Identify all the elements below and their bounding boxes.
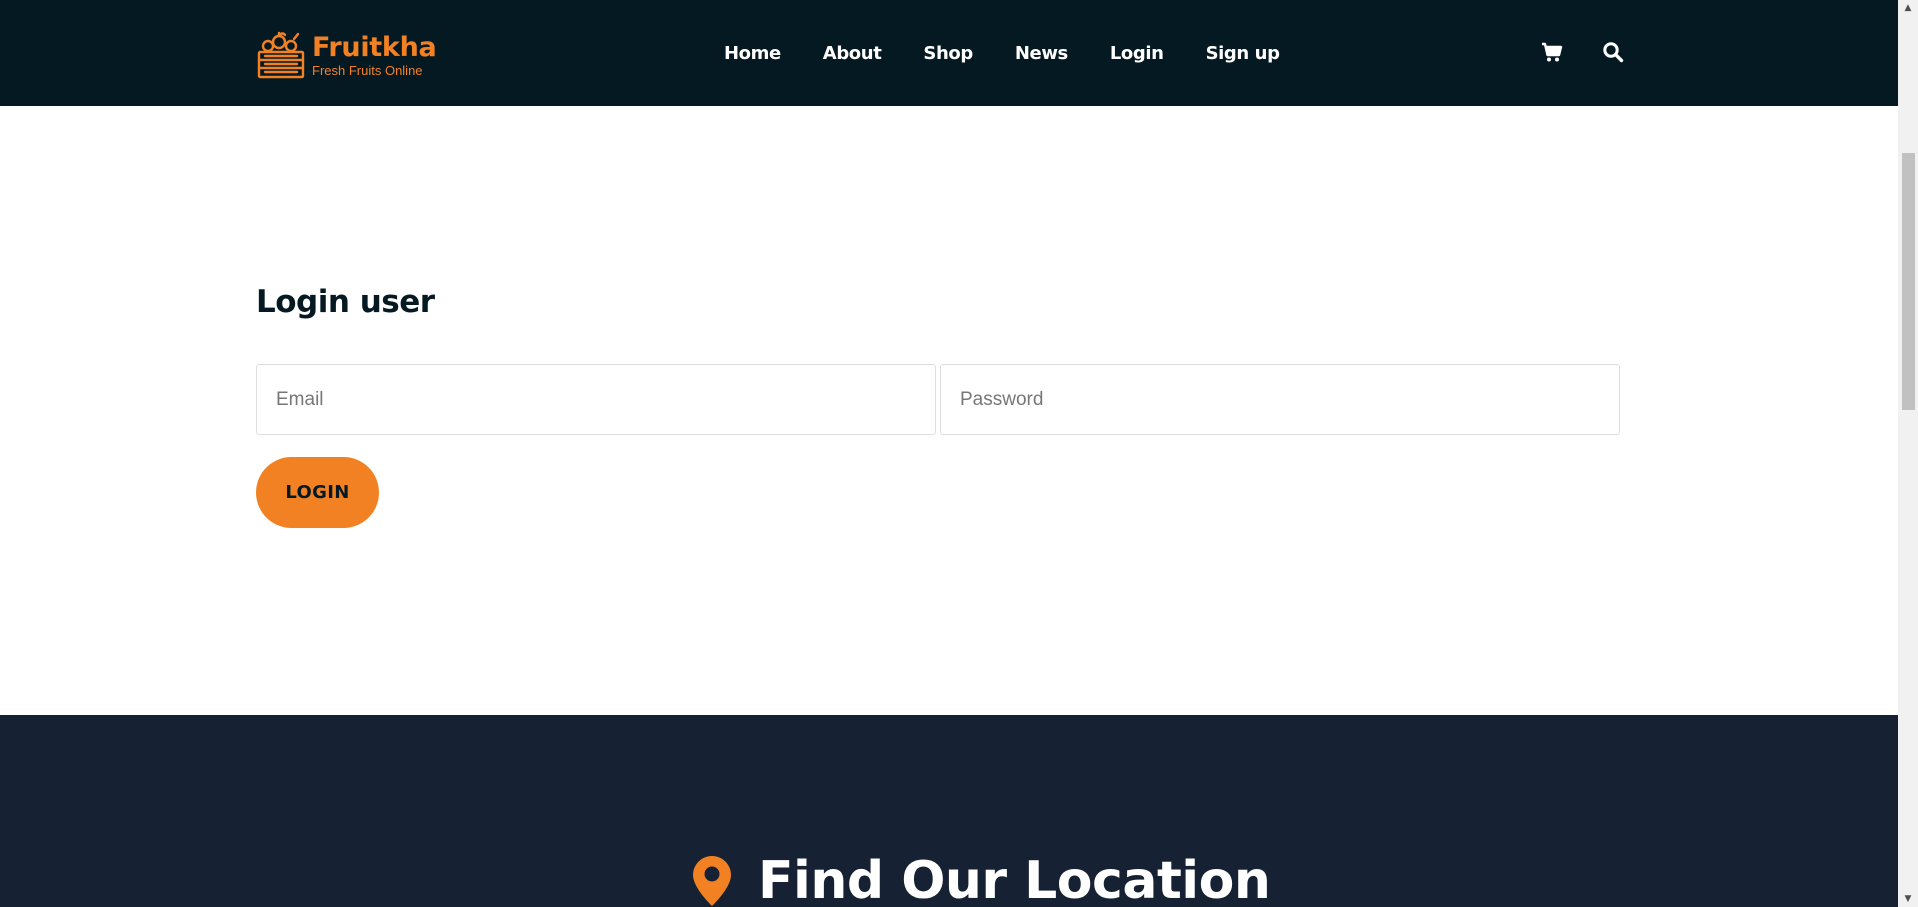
shopping-cart-icon[interactable]: [1540, 40, 1564, 64]
scroll-down-arrow-icon[interactable]: ▼: [1898, 891, 1918, 907]
location-title: Find Our Location: [758, 851, 1271, 907]
site-header: Fruitkha Fresh Fruits Online Home About …: [0, 0, 1898, 106]
location-section: Find Our Location: [0, 715, 1898, 907]
map-marker-icon: [693, 856, 731, 906]
header-icons: [1540, 40, 1625, 64]
page-scrollbar[interactable]: ▲ ▼: [1898, 0, 1918, 907]
nav-item-sign-up[interactable]: Sign up: [1206, 43, 1280, 64]
login-title: Login user: [256, 284, 435, 320]
brand-name: Fruitkha: [312, 31, 437, 63]
scroll-up-arrow-icon[interactable]: ▲: [1898, 0, 1918, 16]
search-icon[interactable]: [1601, 40, 1625, 64]
nav-item-login[interactable]: Login: [1110, 43, 1164, 64]
email-field[interactable]: [256, 364, 936, 435]
brand-logo[interactable]: Fruitkha Fresh Fruits Online: [256, 30, 437, 80]
main-nav: Home About Shop News Login Sign up: [724, 0, 1280, 106]
brand-text: Fruitkha Fresh Fruits Online: [312, 31, 437, 78]
nav-item-news[interactable]: News: [1015, 43, 1068, 64]
page: Fruitkha Fresh Fruits Online Home About …: [0, 0, 1898, 907]
brand-tagline: Fresh Fruits Online: [312, 62, 423, 78]
nav-item-shop[interactable]: Shop: [923, 43, 973, 64]
fruit-crate-icon: [257, 31, 305, 79]
nav-item-about[interactable]: About: [823, 43, 882, 64]
scrollbar-thumb[interactable]: [1902, 153, 1915, 410]
location-heading: Find Our Location: [692, 851, 1271, 907]
login-button[interactable]: LOGIN: [256, 457, 379, 528]
nav-item-home[interactable]: Home: [724, 43, 781, 64]
password-field[interactable]: [940, 364, 1620, 435]
